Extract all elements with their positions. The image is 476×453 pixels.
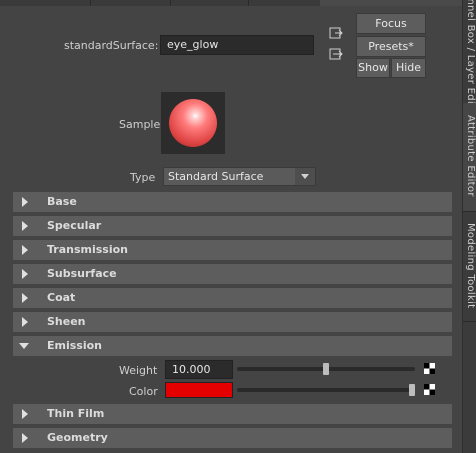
collapse-arrow-icon[interactable] — [19, 342, 29, 350]
emission-color-swatch[interactable] — [165, 382, 233, 398]
section-coat[interactable]: Coat — [13, 288, 452, 308]
show-button[interactable]: Show — [356, 58, 390, 78]
section-transmission[interactable]: Transmission — [13, 240, 452, 260]
expand-arrow-icon[interactable] — [21, 221, 29, 231]
output-connection-icon[interactable] — [329, 47, 343, 61]
type-label: Type — [130, 171, 156, 184]
expand-arrow-icon[interactable] — [21, 409, 29, 419]
color-slider-handle[interactable] — [409, 384, 415, 396]
color-label: Color — [129, 385, 158, 398]
expand-arrow-icon[interactable] — [21, 269, 29, 279]
color-slider[interactable] — [237, 388, 415, 392]
sample-label: Sample — [119, 118, 161, 131]
section-title: Transmission — [47, 243, 129, 256]
expand-arrow-icon[interactable] — [21, 317, 29, 327]
expand-arrow-icon[interactable] — [21, 197, 29, 207]
side-tab-attribute-editor[interactable]: Attribute Editor — [463, 103, 476, 212]
map-texture-icon[interactable] — [424, 384, 435, 395]
weight-field[interactable]: 10.000 — [165, 360, 233, 379]
section-title: Geometry — [47, 431, 108, 444]
type-dropdown[interactable]: Standard Surface — [163, 167, 316, 186]
section-title: Specular — [47, 219, 102, 232]
section-geometry[interactable]: Geometry — [13, 428, 452, 448]
top-tab-strip — [0, 0, 463, 6]
node-type-label: standardSurface: — [64, 39, 159, 52]
section-title: Coat — [47, 291, 76, 304]
side-tab-label: Channel Box / Layer Editor — [465, 0, 476, 120]
section-base[interactable]: Base — [13, 192, 452, 212]
section-emission[interactable]: Emission — [13, 336, 452, 356]
input-connection-icon[interactable] — [329, 26, 343, 40]
side-tab-channel-box[interactable]: Channel Box / Layer Editor — [463, 0, 476, 119]
section-title: Sheen — [47, 315, 86, 328]
section-title: Subsurface — [47, 267, 117, 280]
section-title: Thin Film — [47, 407, 105, 420]
top-tab-segment[interactable] — [90, 0, 171, 6]
type-dropdown-value: Standard Surface — [168, 170, 264, 183]
node-name-field[interactable]: eye_glow — [160, 35, 314, 55]
top-tab-segment-active[interactable] — [320, 0, 463, 6]
section-title: Emission — [47, 339, 102, 352]
weight-slider-handle[interactable] — [323, 363, 329, 375]
section-thin-film[interactable]: Thin Film — [13, 404, 452, 424]
section-title: Base — [47, 195, 77, 208]
top-tab-segment[interactable] — [248, 0, 321, 6]
expand-arrow-icon[interactable] — [21, 245, 29, 255]
side-tab-label: Modeling Toolkit — [465, 223, 476, 309]
top-tab-segment[interactable] — [170, 0, 249, 6]
hide-button[interactable]: Hide — [391, 58, 426, 78]
side-tab-label: Attribute Editor — [465, 115, 476, 197]
side-tab-modeling-toolkit[interactable]: Modeling Toolkit — [463, 211, 476, 322]
map-texture-icon[interactable] — [424, 363, 435, 374]
presets-button[interactable]: Presets* — [356, 36, 426, 57]
material-sample-swatch — [161, 92, 225, 154]
section-specular[interactable]: Specular — [13, 216, 452, 236]
section-subsurface[interactable]: Subsurface — [13, 264, 452, 284]
chevron-down-icon[interactable] — [295, 168, 315, 185]
expand-arrow-icon[interactable] — [21, 433, 29, 443]
section-sheen[interactable]: Sheen — [13, 312, 452, 332]
side-tab-bar: Channel Box / Layer Editor Attribute Edi… — [462, 0, 476, 453]
weight-label: Weight — [119, 364, 158, 377]
sample-sphere — [169, 99, 217, 147]
focus-button[interactable]: Focus — [356, 13, 426, 34]
top-tab-segment[interactable] — [0, 0, 91, 6]
expand-arrow-icon[interactable] — [21, 293, 29, 303]
